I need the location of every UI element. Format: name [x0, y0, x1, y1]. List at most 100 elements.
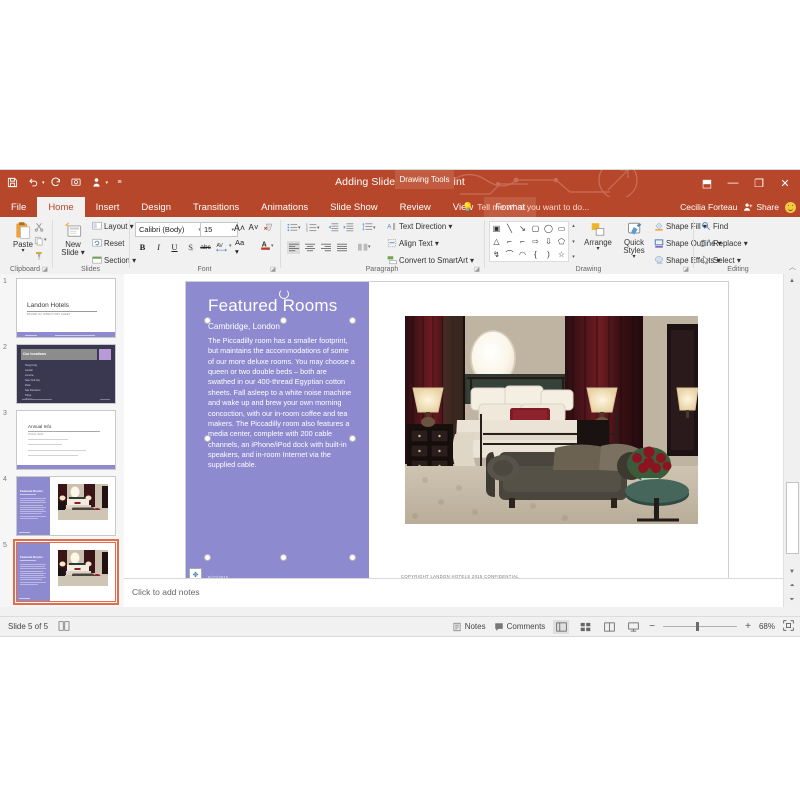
fit-slide-icon[interactable] — [783, 620, 794, 633]
scroll-down-icon[interactable]: ▼ — [784, 565, 800, 579]
align-right-button[interactable] — [319, 241, 332, 254]
ribbon-display-options-icon[interactable]: ⬒ — [694, 173, 720, 193]
next-slide-icon[interactable]: ⏷ — [784, 593, 800, 607]
collapse-ribbon-icon[interactable]: ︿ — [789, 262, 796, 272]
thumbnail-slide-1[interactable]: 1 Landon Hotels BOARD OF DIRECTORS SHEET — [0, 276, 124, 342]
thumbnail-frame-3[interactable]: Annual Info FISCAL YEAR — [16, 410, 116, 470]
selection-handle-bottom-right[interactable] — [349, 554, 356, 561]
scrollbar-thumb[interactable] — [786, 482, 799, 554]
shape-star-icon[interactable]: ☆ — [555, 248, 568, 261]
shape-block-arrow-icon[interactable]: ⇨ — [529, 235, 542, 248]
shape-corner-icon[interactable]: ⌐ — [503, 235, 516, 248]
shape-arc-icon[interactable]: ◠ — [516, 248, 529, 261]
copy-dropdown-arrow[interactable]: ▾ — [44, 237, 47, 243]
feedback-smiley-icon[interactable] — [785, 202, 796, 213]
paste-dropdown-arrow[interactable]: ▾ — [21, 248, 24, 254]
slide-show-view-button[interactable] — [625, 620, 641, 634]
reading-view-button[interactable] — [601, 620, 617, 634]
shapes-gallery-more-icon[interactable]: ▾ — [572, 254, 575, 261]
shape-arrow-icon[interactable]: ↘ — [516, 222, 529, 235]
normal-view-button[interactable] — [553, 620, 569, 634]
tab-animations[interactable]: Animations — [250, 197, 319, 217]
thumbnail-frame-2[interactable]: Our locations Hong Kong London Lucerne N… — [16, 344, 116, 404]
share-button[interactable]: Share — [743, 202, 779, 212]
minimize-button[interactable]: — — [720, 173, 746, 193]
shape-oval-icon[interactable]: ◯ — [542, 222, 555, 235]
shape-freeform-icon[interactable]: ↯ — [490, 248, 503, 261]
shapes-gallery[interactable]: ▣ ╲ ↘ ▢ ◯ ▭ △ ⌐ ⌐ ⇨ ⇩ ⬠ ↯ ⌒ ◠ { ) ☆ — [489, 221, 569, 262]
decrease-font-size-icon[interactable]: A˅ — [247, 221, 260, 234]
arrange-button[interactable]: Arrange ▾ — [580, 221, 616, 252]
center-button[interactable] — [303, 241, 316, 254]
increase-indent-button[interactable] — [342, 221, 355, 234]
selection-handle-bottom-left[interactable] — [204, 554, 211, 561]
shape-curve-icon[interactable]: ⌒ — [503, 248, 516, 261]
shape-pentagon-icon[interactable]: ⬠ — [555, 235, 568, 248]
text-direction-button[interactable]: A Text Direction ▾ — [387, 221, 452, 232]
thumbnail-slide-5[interactable]: 5 Featured Rooms — [0, 540, 124, 606]
justify-button[interactable] — [335, 241, 348, 254]
convert-to-smartart-button[interactable]: Convert to SmartArt ▾ — [387, 255, 474, 265]
tab-slide-show[interactable]: Slide Show — [319, 197, 389, 217]
cut-icon[interactable] — [33, 221, 45, 233]
zoom-level[interactable]: 68% — [759, 622, 775, 631]
zoom-in-button[interactable]: + — [745, 621, 751, 632]
window-controls[interactable]: ⬒ — ❐ ✕ — [694, 173, 798, 193]
clipboard-dialog-launcher[interactable]: ◪ — [42, 265, 48, 273]
shape-brace-icon[interactable]: { — [529, 248, 542, 261]
shape-rectangle-icon[interactable]: ▢ — [529, 222, 542, 235]
find-button[interactable]: Find — [701, 221, 728, 231]
tab-transitions[interactable]: Transitions — [182, 197, 250, 217]
text-shadow-button[interactable]: S — [184, 240, 197, 253]
shape-rounded-rect-icon[interactable]: ▭ — [555, 222, 568, 235]
tab-design[interactable]: Design — [130, 197, 182, 217]
thumbnail-slide-3[interactable]: 3 Annual Info FISCAL YEAR — [0, 408, 124, 474]
notes-pane[interactable]: Click to add notes — [124, 578, 784, 607]
selection-handle-top-right[interactable] — [349, 317, 356, 324]
selection-handle-middle-left[interactable] — [204, 435, 211, 442]
thumbnail-frame-5[interactable]: Featured Rooms — [16, 542, 116, 602]
drawing-dialog-launcher[interactable]: ◪ — [683, 265, 689, 273]
layout-button[interactable]: Layout ▾ — [92, 221, 134, 231]
columns-dropdown-arrow[interactable]: ▾ — [368, 244, 371, 250]
character-spacing-button[interactable]: AV — [215, 240, 228, 253]
thumbnail-frame-1[interactable]: Landon Hotels BOARD OF DIRECTORS SHEET — [16, 278, 116, 338]
zoom-out-button[interactable]: − — [649, 621, 655, 632]
quick-styles-dropdown-arrow[interactable]: ▾ — [632, 254, 635, 260]
shape-textbox-icon[interactable]: ▣ — [490, 222, 503, 235]
thumbnail-slide-2[interactable]: 2 Our locations Hong Kong London Lucerne… — [0, 342, 124, 408]
close-button[interactable]: ✕ — [772, 173, 798, 193]
replace-button[interactable]: ab ac Replace ▾ — [701, 238, 748, 248]
clear-formatting-icon[interactable] — [262, 221, 275, 234]
selection-handle-middle-right[interactable] — [349, 435, 356, 442]
tab-file[interactable]: File — [0, 197, 37, 217]
slide-subtitle[interactable]: Cambridge, London — [208, 322, 280, 331]
slide-canvas[interactable]: Featured Rooms Cambridge, London The Pic… — [186, 282, 728, 587]
notes-page-icon[interactable] — [58, 621, 70, 633]
rotate-handle[interactable] — [279, 289, 289, 299]
shape-elbow-icon[interactable]: ⌐ — [516, 235, 529, 248]
shape-paren-icon[interactable]: ) — [542, 248, 555, 261]
hotel-room-photo[interactable] — [405, 316, 698, 524]
shape-down-arrow-icon[interactable]: ⇩ — [542, 235, 555, 248]
comments-button[interactable]: Comments — [494, 622, 546, 632]
restore-button[interactable]: ❐ — [746, 173, 772, 193]
slide-sorter-view-button[interactable] — [577, 620, 593, 634]
format-painter-icon[interactable] — [33, 249, 45, 261]
align-text-button[interactable]: Align Text ▾ — [387, 238, 439, 248]
font-dialog-launcher[interactable]: ◪ — [270, 265, 276, 273]
new-slide-button[interactable]: New Slide ▾ — [56, 222, 90, 257]
decrease-indent-button[interactable] — [327, 221, 340, 234]
shape-triangle-icon[interactable]: △ — [490, 235, 503, 248]
line-spacing-dropdown-arrow[interactable]: ▾ — [373, 225, 376, 231]
strikethrough-button[interactable]: abc — [199, 241, 212, 254]
tab-home[interactable]: Home — [37, 197, 84, 217]
tell-me-search[interactable]: 💡 Tell me what you want to do... — [462, 197, 589, 217]
slide-thumbnail-pane[interactable]: 1 Landon Hotels BOARD OF DIRECTORS SHEET… — [0, 274, 125, 607]
bullets-dropdown-arrow[interactable]: ▾ — [298, 225, 301, 231]
shapes-gallery-scroll[interactable]: ▴ ▾ ▾ — [569, 223, 578, 261]
underline-button[interactable]: U — [168, 240, 181, 253]
zoom-slider-knob[interactable] — [696, 622, 699, 631]
change-case-button[interactable]: Aa ▾ — [235, 240, 248, 253]
thumbnail-frame-4[interactable]: Featured Rooms — [16, 476, 116, 536]
